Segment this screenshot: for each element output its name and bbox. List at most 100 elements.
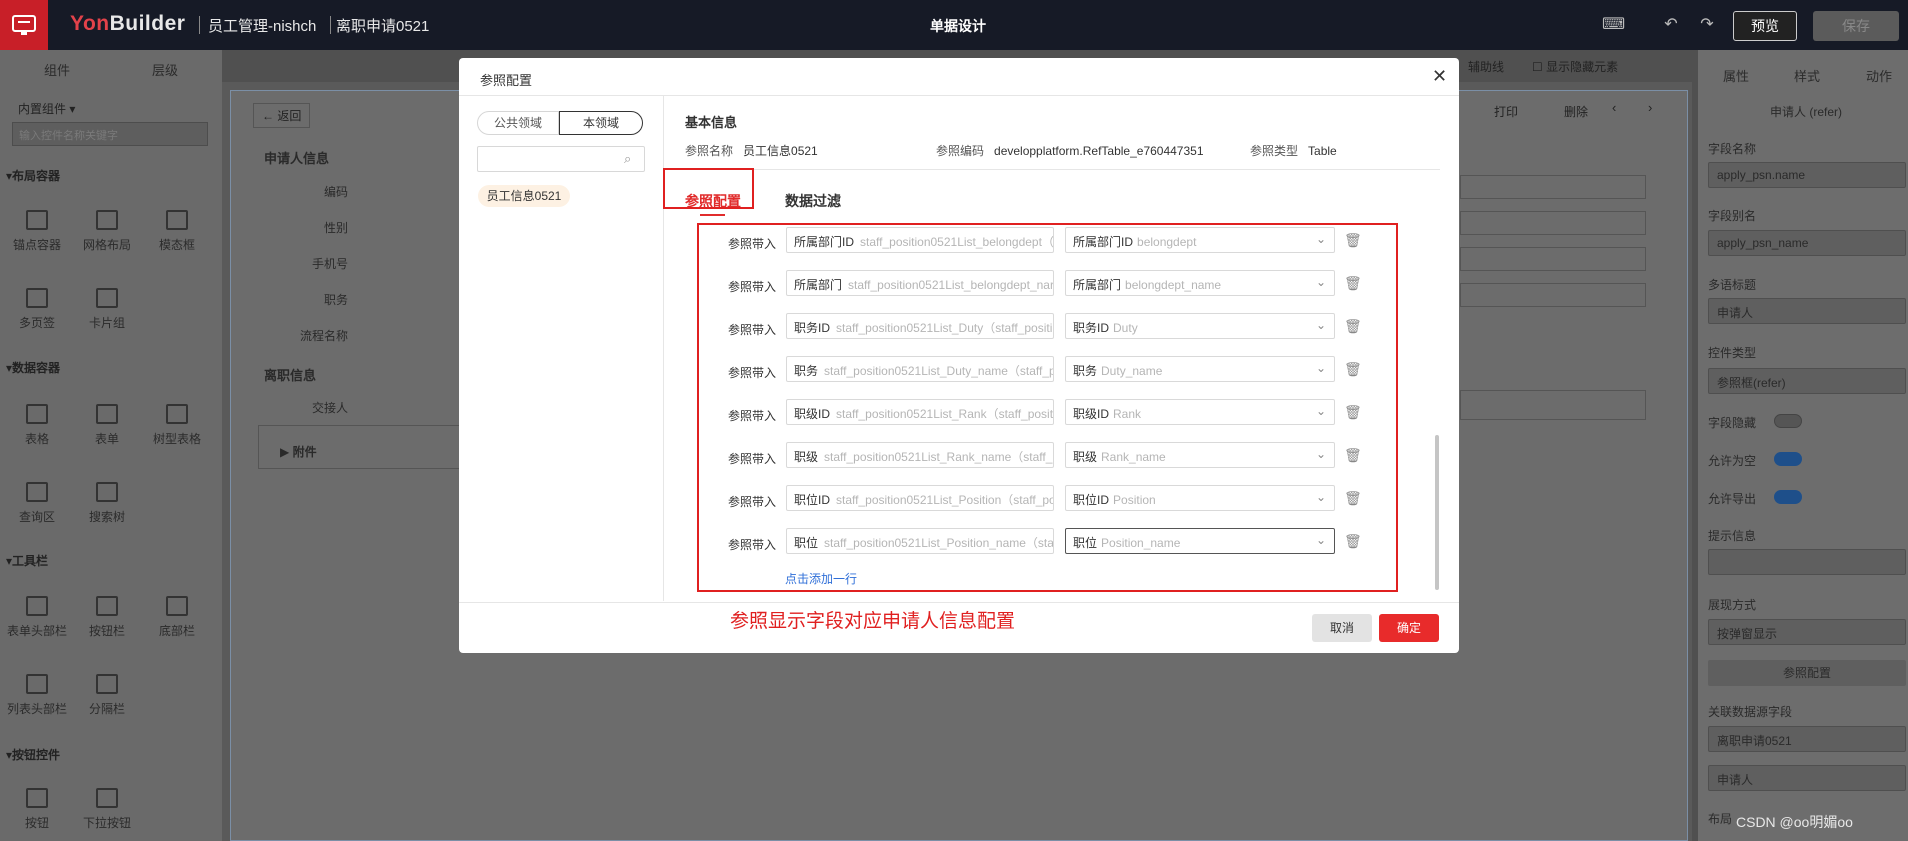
section-buttons[interactable]: ▾按钮控件 [6, 746, 60, 763]
ref-config-button[interactable]: 参照配置 [1708, 660, 1906, 686]
prop-related-select[interactable]: 离职申请0521 [1708, 726, 1906, 752]
preview-button[interactable]: 预览 [1733, 11, 1797, 41]
chevron-down-icon[interactable]: ⌄ [1316, 533, 1326, 547]
allow-empty-toggle[interactable] [1774, 452, 1802, 466]
target-field-select[interactable]: 所属部门 belongdept_name ⌄ [1065, 270, 1335, 296]
trash-icon[interactable]: 🗑 [1344, 361, 1362, 378]
chevron-down-icon[interactable]: ⌄ [1316, 232, 1326, 246]
trash-icon[interactable]: 🗑 [1344, 447, 1362, 464]
keyboard-icon[interactable]: ⌨ [1602, 14, 1625, 36]
guide-line-toggle[interactable]: 辅助线 [1468, 58, 1504, 75]
comp-form-header[interactable]: 表单头部栏 [4, 596, 70, 639]
comp-modal[interactable]: 模态框 [144, 210, 210, 253]
redo-icon[interactable]: ↷ [1696, 14, 1718, 36]
section-data[interactable]: ▾数据容器 [6, 359, 60, 376]
target-field-select[interactable]: 所属部门ID belongdept ⌄ [1065, 227, 1335, 253]
target-field-select[interactable]: 职级 Rank_name ⌄ [1065, 442, 1335, 468]
target-field-select[interactable]: 职位ID Position ⌄ [1065, 485, 1335, 511]
comp-query[interactable]: 查询区 [4, 482, 70, 525]
close-icon[interactable]: ✕ [1432, 66, 1447, 87]
chevron-down-icon[interactable]: ⌄ [1316, 404, 1326, 418]
tab-styles[interactable]: 样式 [1794, 66, 1820, 85]
source-field-select[interactable]: 职位 staff_position0521List_Position_name（s… [786, 528, 1054, 554]
field-input-code[interactable] [1460, 175, 1646, 199]
prop-hint-input[interactable] [1708, 549, 1906, 575]
prop-field-alias[interactable]: apply_psn_name [1708, 230, 1906, 256]
comp-separator[interactable]: 分隔栏 [74, 674, 140, 717]
source-field-select[interactable]: 职级ID staff_position0521List_Rank（staff_po… [786, 399, 1054, 425]
page-name[interactable]: 离职申请0521 [336, 15, 429, 36]
comp-grid[interactable]: 网格布局 [74, 210, 140, 253]
source-field-select[interactable]: 职务ID staff_position0521List_Duty（staff_po… [786, 313, 1054, 339]
comp-button[interactable]: 按钮 [4, 788, 70, 831]
print-button[interactable]: 打印 [1494, 103, 1518, 120]
source-field-select[interactable]: 职级 staff_position0521List_Rank_name（staff… [786, 442, 1054, 468]
trash-icon[interactable]: 🗑 [1344, 275, 1362, 292]
section-layout[interactable]: ▾布局容器 [6, 167, 60, 184]
add-row-link[interactable]: 点击添加一行 [785, 570, 857, 587]
trash-icon[interactable]: 🗑 [1344, 533, 1362, 550]
allow-export-toggle[interactable] [1774, 490, 1802, 504]
attachment-title[interactable]: ▶ 附件 [280, 443, 317, 469]
section-toolbar[interactable]: ▾工具栏 [6, 552, 48, 569]
chevron-down-icon[interactable]: ⌄ [1316, 361, 1326, 375]
component-source-dropdown[interactable]: 内置组件 ▾ [18, 100, 75, 117]
target-field-select[interactable]: 职位 Position_name ⌄ [1065, 528, 1335, 554]
comp-anchor[interactable]: 锚点容器 [4, 210, 70, 253]
cancel-button[interactable]: 取消 [1312, 614, 1372, 642]
app-logo[interactable] [0, 0, 48, 50]
tree-search-input[interactable] [477, 146, 645, 172]
show-hidden-toggle[interactable]: ☐ 显示隐藏元素 [1532, 58, 1618, 75]
trash-icon[interactable]: 🗑 [1344, 318, 1362, 335]
scrollbar[interactable] [1435, 435, 1439, 590]
prop-display-select[interactable]: 按弹窗显示 [1708, 619, 1906, 645]
app-name[interactable]: 员工管理-nishch [208, 15, 316, 36]
trash-icon[interactable]: 🗑 [1344, 490, 1362, 507]
source-field-select[interactable]: 所属部门ID staff_position0521List_belongdept（ [786, 227, 1054, 253]
field-input-gender[interactable] [1460, 211, 1646, 235]
tab-properties[interactable]: 属性 [1723, 66, 1749, 85]
comp-footer-bar[interactable]: 底部栏 [144, 596, 210, 639]
trash-icon[interactable]: 🗑 [1344, 404, 1362, 421]
chevron-down-icon[interactable]: ⌄ [1316, 318, 1326, 332]
source-field-select[interactable]: 所属部门 staff_position0521List_belongdept_na… [786, 270, 1054, 296]
prop-multilang-title[interactable]: 申请人 [1708, 298, 1906, 324]
undo-icon[interactable]: ↶ [1660, 14, 1682, 36]
tab-components[interactable]: 组件 [44, 60, 70, 79]
field-input-duty[interactable] [1460, 283, 1646, 307]
target-field-select[interactable]: 职务ID Duty ⌄ [1065, 313, 1335, 339]
save-button[interactable]: 保存 [1813, 11, 1899, 41]
comp-cards[interactable]: 卡片组 [74, 288, 140, 331]
chevron-down-icon[interactable]: ⌄ [1316, 275, 1326, 289]
comp-dropdown-button[interactable]: 下拉按钮 [74, 788, 140, 831]
back-button[interactable]: ← 返回 [253, 103, 311, 128]
tab-data-filter[interactable]: 数据过滤 [785, 191, 841, 211]
target-field-select[interactable]: 职级ID Rank ⌄ [1065, 399, 1335, 425]
target-field-select[interactable]: 职务 Duty_name ⌄ [1065, 356, 1335, 382]
comp-table[interactable]: 表格 [4, 404, 70, 447]
comp-button-bar[interactable]: 按钮栏 [74, 596, 140, 639]
chevron-down-icon[interactable]: ⌄ [1316, 490, 1326, 504]
delete-button[interactable]: 删除 [1564, 103, 1588, 120]
prev-icon[interactable]: ‹ [1612, 100, 1616, 115]
source-field-select[interactable]: 职务 staff_position0521List_Duty_name（staff… [786, 356, 1054, 382]
comp-list-header[interactable]: 列表头部栏 [4, 674, 70, 717]
prop-field-name[interactable]: apply_psn.name [1708, 162, 1906, 188]
comp-form[interactable]: 表单 [74, 404, 140, 447]
chevron-down-icon[interactable]: ⌄ [1316, 447, 1326, 461]
tab-layers[interactable]: 层级 [152, 60, 178, 79]
hidden-toggle[interactable] [1774, 414, 1802, 428]
source-field-select[interactable]: 职位ID staff_position0521List_Position（staf… [786, 485, 1054, 511]
component-search-input[interactable]: 输入控件名称关键字 [12, 122, 208, 146]
search-icon[interactable]: ⌕ [624, 151, 631, 167]
trash-icon[interactable]: 🗑 [1344, 232, 1362, 249]
tab-actions[interactable]: 动作 [1866, 66, 1892, 85]
comp-tree-table[interactable]: 树型表格 [144, 404, 210, 447]
prop-related-select-2[interactable]: 申请人 [1708, 765, 1906, 791]
tab-this-domain[interactable]: 本领域 [559, 111, 643, 135]
comp-tabs[interactable]: 多页签 [4, 288, 70, 331]
field-input-phone[interactable] [1460, 247, 1646, 271]
tab-public-domain[interactable]: 公共领域 [477, 111, 559, 135]
next-icon[interactable]: › [1648, 100, 1652, 115]
field-input-handover[interactable] [1460, 390, 1646, 420]
